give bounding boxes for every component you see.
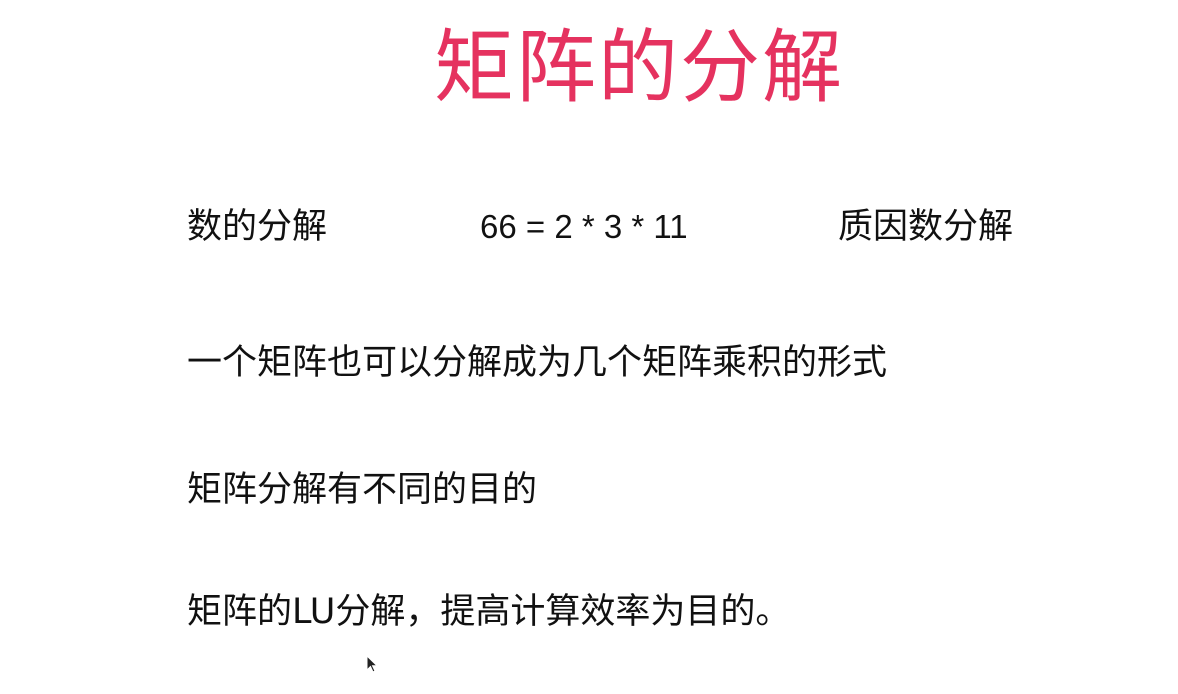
decomposition-purpose-statement: 矩阵分解有不同的目的 [187,470,538,510]
mouse-pointer-icon [366,655,378,673]
slide-title: 矩阵的分解 [434,21,844,114]
lu-decomposition-statement: 矩阵的LU分解，提高计算效率为目的。 [187,592,791,632]
slide: 矩阵的分解 数的分解 66 = 2 * 3 * 11 质因数分解 一个矩阵也可以… [0,0,1178,694]
matrix-product-statement: 一个矩阵也可以分解成为几个矩阵乘积的形式 [187,343,888,383]
number-decomposition-label: 数的分解 [187,207,328,247]
prime-factorization-label: 质因数分解 [838,207,1014,247]
factorization-example: 66 = 2 * 3 * 11 [480,208,688,245]
